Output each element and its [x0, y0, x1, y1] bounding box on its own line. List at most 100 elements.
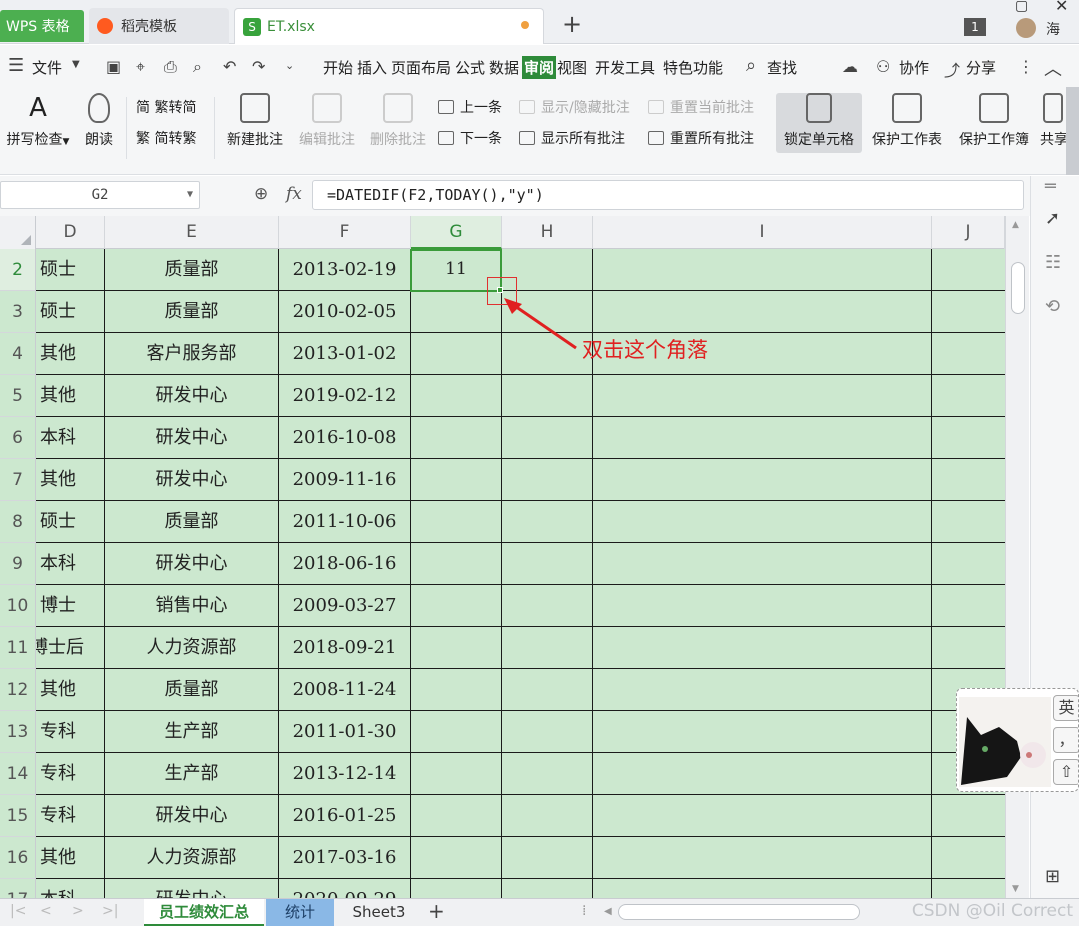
collab-icon[interactable]: ⚇ [876, 57, 890, 76]
cell-D[interactable]: 硕士 [36, 291, 105, 332]
cell-I[interactable] [593, 669, 932, 710]
cell-F[interactable]: 2019-02-12 [279, 375, 411, 416]
cell-I[interactable] [593, 879, 932, 898]
last-sheet-icon[interactable]: >| [102, 903, 118, 919]
menu-developer[interactable]: 开发工具 [595, 57, 655, 78]
row-header[interactable]: 7 [0, 459, 36, 501]
cell-I[interactable] [593, 375, 932, 416]
simp-to-trad-button[interactable]: 繁 简转繁 [136, 128, 196, 148]
reset-all-comments-button[interactable]: 重置所有批注 [648, 128, 754, 148]
cell-H[interactable] [502, 501, 593, 542]
cell-E[interactable]: 质量部 [105, 669, 279, 710]
cell-J[interactable] [932, 501, 1005, 542]
cell-F[interactable]: 2009-11-16 [279, 459, 411, 500]
tab-et-xlsx[interactable]: S ET.xlsx [234, 8, 544, 44]
cell-G[interactable] [411, 417, 502, 458]
menu-review[interactable]: 审阅 [522, 56, 557, 79]
cell-E[interactable]: 人力资源部 [105, 627, 279, 668]
cell-J[interactable] [932, 879, 1005, 898]
add-sheet-button[interactable]: + [428, 899, 445, 923]
row-header[interactable]: 8 [0, 501, 36, 543]
cell-D[interactable]: 博士 [36, 585, 105, 626]
splitter-icon[interactable]: ⁞ [582, 903, 586, 919]
cell-I[interactable] [593, 753, 932, 794]
row-header[interactable]: 5 [0, 375, 36, 417]
cell-I[interactable] [593, 501, 932, 542]
cell-I[interactable] [593, 795, 932, 836]
show-all-comments-button[interactable]: 显示所有批注 [519, 128, 625, 148]
window-count-badge[interactable]: 1 [964, 18, 986, 36]
menu-page-layout[interactable]: 页面布局 [391, 57, 451, 78]
row-header[interactable]: 3 [0, 291, 36, 333]
cell-H[interactable] [502, 711, 593, 752]
new-comment-button[interactable]: 新建批注 [222, 93, 288, 149]
scroll-up-icon[interactable]: ▲ [1012, 220, 1019, 230]
menu-file[interactable]: 文件 [32, 57, 62, 78]
cell-F[interactable]: 2018-09-21 [279, 627, 411, 668]
settings-sliders-icon[interactable]: ☷ [1045, 252, 1061, 273]
reset-current-comment-button[interactable]: 重置当前批注 [648, 97, 754, 117]
cell-G[interactable] [411, 333, 502, 374]
cell-D[interactable]: 其他 [36, 333, 105, 374]
vertical-scrollbar[interactable]: ▲ ▼ [1005, 216, 1029, 898]
more-options-icon[interactable]: ⋮ [1018, 57, 1034, 76]
cell-J[interactable] [932, 585, 1005, 626]
cell-J[interactable] [932, 837, 1005, 878]
prev-sheet-icon[interactable]: < [40, 903, 52, 919]
edit-comment-button[interactable]: 编辑批注 [294, 93, 360, 149]
row-header[interactable]: 13 [0, 711, 36, 753]
col-header-J[interactable]: J [932, 216, 1005, 249]
cell-E[interactable]: 质量部 [105, 501, 279, 542]
cell-G[interactable] [411, 879, 502, 898]
cell-F[interactable]: 2011-10-06 [279, 501, 411, 542]
chevron-down-icon[interactable]: ▼ [72, 59, 80, 70]
cell-F[interactable]: 2013-12-14 [279, 753, 411, 794]
cell-I[interactable] [593, 459, 932, 500]
lock-cell-button[interactable]: 锁定单元格 [776, 93, 862, 149]
redo-icon[interactable]: ↷ [252, 57, 265, 76]
cell-J[interactable] [932, 543, 1005, 584]
row-header[interactable]: 6 [0, 417, 36, 459]
format-painter-icon[interactable]: ⌖ [136, 57, 145, 77]
avatar[interactable] [1016, 18, 1036, 38]
cell-H[interactable] [502, 459, 593, 500]
cell-G[interactable] [411, 669, 502, 710]
row-header[interactable]: 10 [0, 585, 36, 627]
cell-D[interactable]: 其他 [36, 375, 105, 416]
menu-start[interactable]: 开始 [323, 57, 353, 78]
row-header[interactable]: 2 [0, 249, 36, 291]
cell-G[interactable] [411, 543, 502, 584]
cell-E[interactable]: 研发中心 [105, 459, 279, 500]
menu-data[interactable]: 数据 [489, 57, 519, 78]
cell-D[interactable]: 其他 [36, 669, 105, 710]
first-sheet-icon[interactable]: |< [10, 903, 26, 919]
menu-formula[interactable]: 公式 [455, 57, 485, 78]
chevron-down-icon[interactable]: ▼ [187, 182, 193, 208]
cell-J[interactable] [932, 375, 1005, 416]
cell-G[interactable] [411, 585, 502, 626]
col-header-D[interactable]: D [36, 216, 105, 249]
cell-H[interactable] [502, 585, 593, 626]
cell-F[interactable]: 2016-10-08 [279, 417, 411, 458]
sync-icon[interactable]: ⟲ [1045, 296, 1060, 317]
col-header-F[interactable]: F [279, 216, 411, 249]
cell-I[interactable] [593, 585, 932, 626]
cell-G[interactable] [411, 375, 502, 416]
restore-window-icon[interactable]: ▢ [1015, 0, 1028, 14]
cell-F[interactable]: 2017-03-16 [279, 837, 411, 878]
cell-E[interactable]: 生产部 [105, 711, 279, 752]
apps-grid-icon[interactable]: ⊞ [1045, 866, 1060, 887]
cell-J[interactable] [932, 627, 1005, 668]
menu-view[interactable]: 视图 [557, 57, 587, 78]
vertical-scroll-thumb[interactable] [1011, 262, 1025, 314]
col-header-I[interactable]: I [593, 216, 932, 249]
row-header[interactable]: 11 [0, 627, 36, 669]
collab-button[interactable]: 协作 [899, 57, 929, 78]
cell-E[interactable]: 人力资源部 [105, 837, 279, 878]
read-aloud-button[interactable]: 朗读 [80, 93, 118, 149]
protect-workbook-button[interactable]: 保护工作簿 [954, 93, 1034, 149]
cell-F[interactable]: 2008-11-24 [279, 669, 411, 710]
cell-F[interactable]: 2020-09-29 [279, 879, 411, 898]
prev-comment-button[interactable]: 上一条 [438, 97, 502, 117]
select-all-corner[interactable] [0, 216, 36, 249]
